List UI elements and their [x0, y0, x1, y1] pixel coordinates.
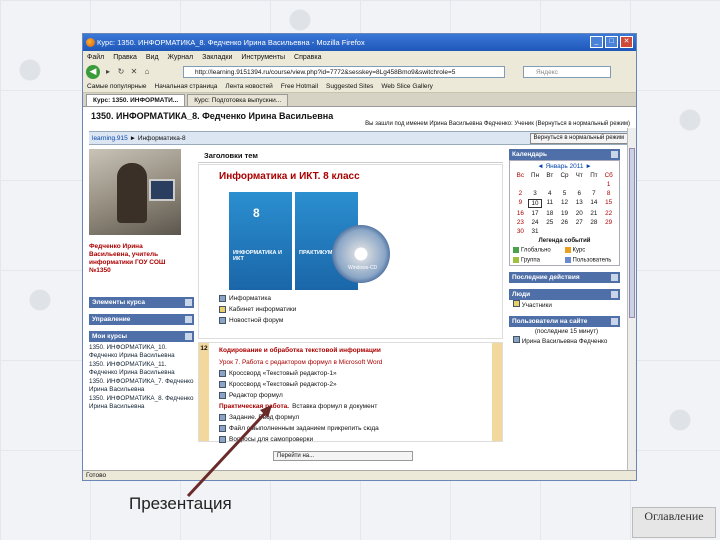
annotation-label: Презентация [129, 494, 232, 513]
annotation-arrow [186, 405, 272, 498]
toc-button[interactable]: Оглавление [632, 507, 716, 538]
